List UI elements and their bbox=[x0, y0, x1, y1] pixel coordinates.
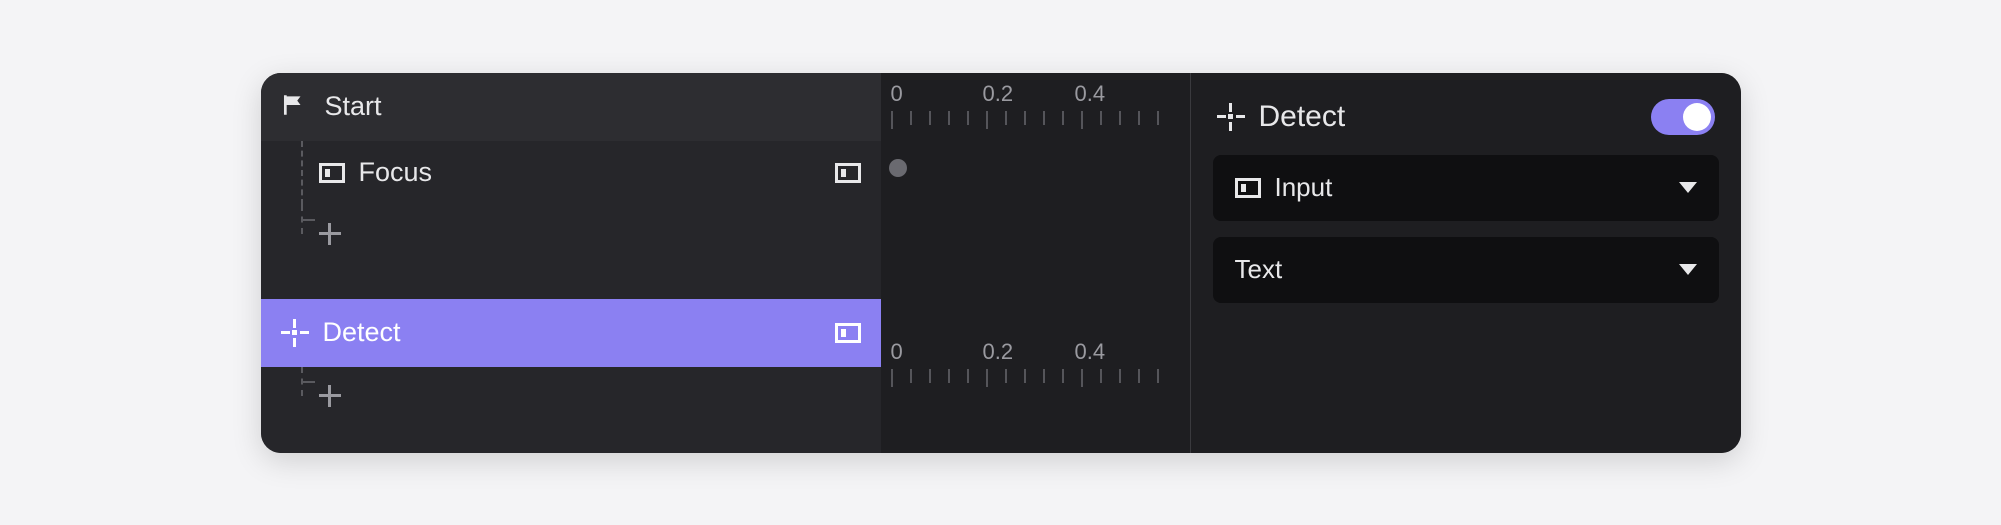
enable-toggle[interactable] bbox=[1651, 99, 1715, 135]
tree-node-start[interactable]: Start bbox=[261, 73, 881, 141]
action-tree: Start Focus Detect bbox=[261, 73, 881, 453]
detect-type-select[interactable]: Text bbox=[1213, 237, 1719, 303]
timeline-track-detect[interactable]: 0 0.2 0.4 bbox=[881, 331, 1190, 441]
tick-label: 0.4 bbox=[1075, 81, 1115, 107]
chevron-down-icon bbox=[1679, 264, 1697, 275]
tick-label: 0.4 bbox=[1075, 339, 1115, 365]
tick-label: 0 bbox=[891, 81, 931, 107]
input-box-icon bbox=[835, 163, 861, 183]
tree-node-detect[interactable]: Detect bbox=[261, 299, 881, 367]
timeline-spacer bbox=[881, 203, 1190, 331]
keyframe-marker[interactable] bbox=[889, 159, 907, 177]
flag-icon bbox=[281, 92, 311, 122]
toggle-knob bbox=[1683, 103, 1711, 131]
select-value: Input bbox=[1275, 172, 1679, 203]
tree-node-label: Focus bbox=[359, 157, 835, 188]
tree-node-label: Detect bbox=[323, 317, 835, 348]
tree-gap bbox=[261, 263, 881, 299]
plus-icon bbox=[319, 385, 341, 407]
timeline-tick-labels: 0 0.2 0.4 bbox=[881, 339, 1190, 365]
inspector-title: Detect bbox=[1259, 100, 1651, 134]
tree-guide bbox=[301, 141, 303, 205]
timeline-tick-labels: 0 0.2 0.4 bbox=[881, 81, 1190, 107]
crosshair-icon bbox=[281, 319, 309, 347]
tick-label: 0.2 bbox=[983, 339, 1023, 365]
tree-node-label: Start bbox=[325, 91, 861, 122]
crosshair-icon bbox=[1217, 103, 1245, 131]
timeline-panel: 0 0.2 0.4 0 0.2 0.4 bbox=[881, 73, 1191, 453]
plus-icon bbox=[319, 223, 341, 245]
input-box-icon bbox=[835, 323, 861, 343]
timeline-ruler bbox=[891, 369, 1190, 389]
timeline-track-start[interactable]: 0 0.2 0.4 bbox=[881, 73, 1190, 203]
tree-guide bbox=[301, 367, 303, 396]
select-value: Text bbox=[1235, 254, 1679, 285]
tree-add-under-start[interactable] bbox=[261, 205, 881, 263]
tick-label: 0.2 bbox=[983, 81, 1023, 107]
tree-guide bbox=[301, 205, 303, 234]
inspector-panel: Detect Input Text bbox=[1191, 73, 1741, 453]
inspector-header: Detect bbox=[1213, 91, 1719, 155]
timeline-ruler bbox=[891, 111, 1190, 131]
input-box-icon bbox=[319, 163, 345, 183]
input-target-select[interactable]: Input bbox=[1213, 155, 1719, 221]
tree-add-under-detect[interactable] bbox=[261, 367, 881, 425]
tree-node-focus[interactable]: Focus bbox=[261, 141, 881, 205]
main-panel: Start Focus Detect 0 bbox=[261, 73, 1741, 453]
tick-label: 0 bbox=[891, 339, 931, 365]
input-box-icon bbox=[1235, 178, 1261, 198]
chevron-down-icon bbox=[1679, 182, 1697, 193]
